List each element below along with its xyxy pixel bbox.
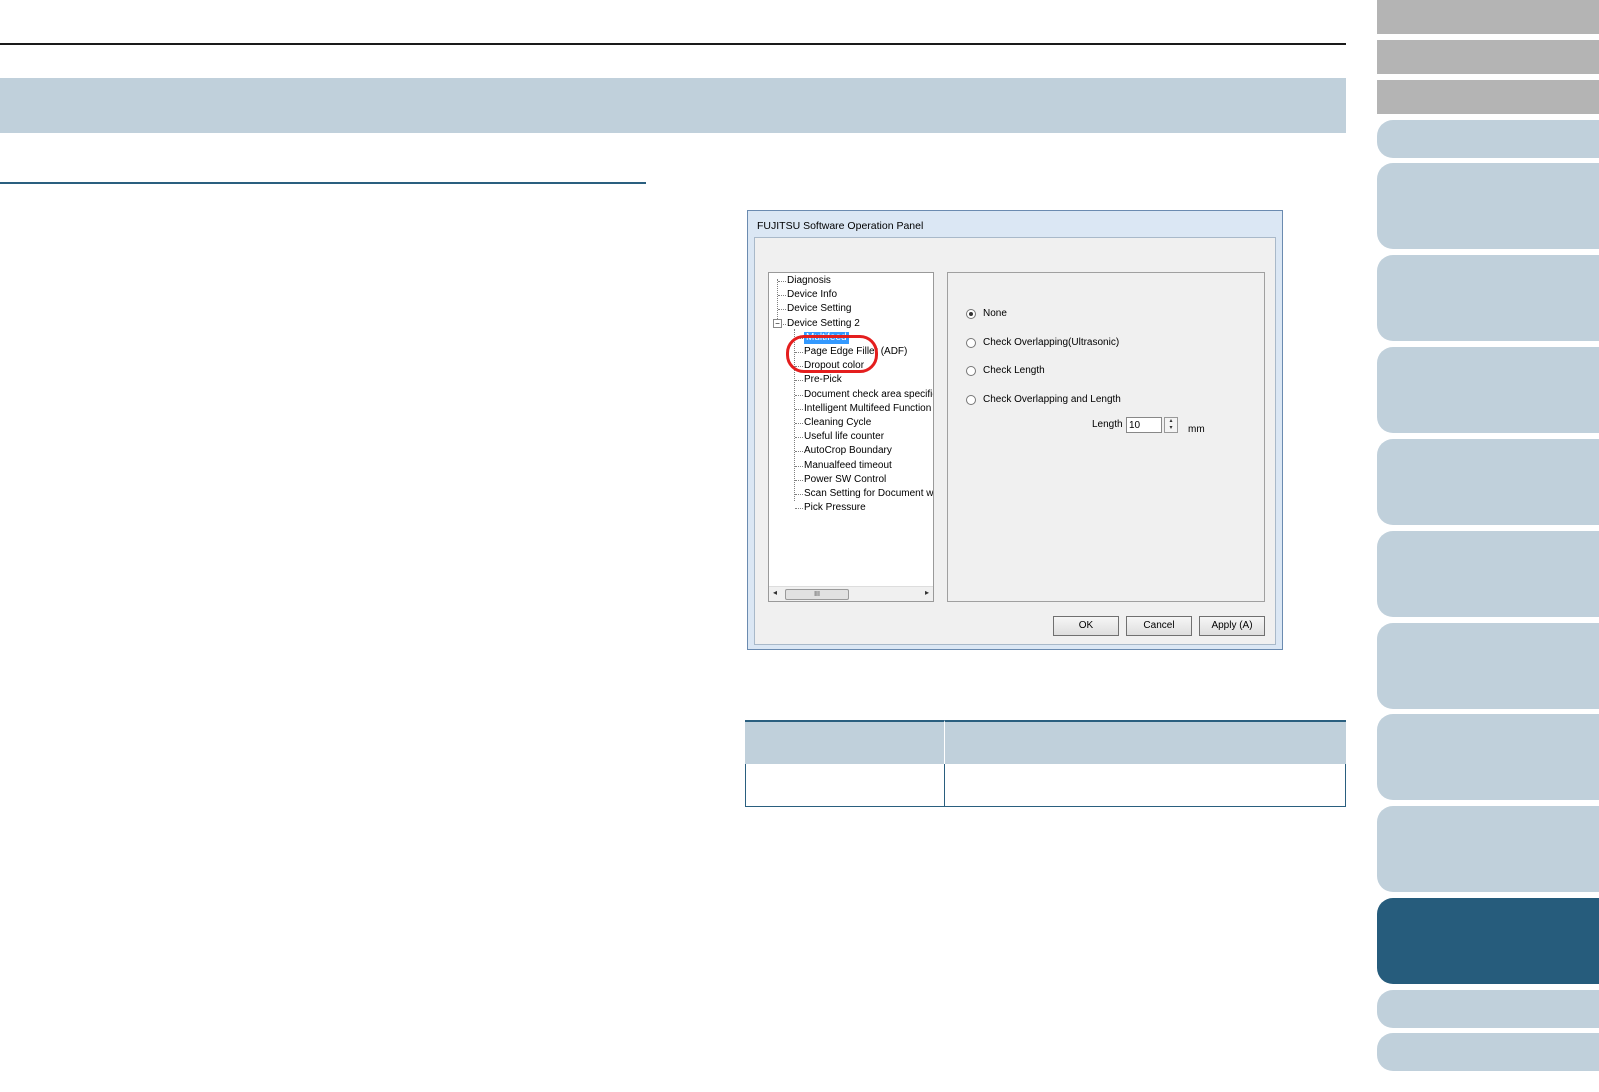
nav-tab-contents[interactable]	[1377, 40, 1599, 74]
tree-connector	[795, 394, 803, 396]
nav-tab-chapter-6[interactable]	[1377, 623, 1599, 709]
apply-button[interactable]: Apply (A)	[1199, 616, 1265, 636]
tree-child-line	[794, 329, 795, 501]
radio-label: Check Length	[983, 365, 1045, 376]
radio-label: None	[983, 308, 1007, 319]
radio-button-icon[interactable]	[966, 308, 976, 319]
radio-label: Check Overlapping and Length	[983, 394, 1121, 405]
tree-connector	[795, 494, 803, 495]
length-spinner[interactable]: ▴ ▾	[1164, 417, 1178, 433]
tree-item[interactable]: Intelligent Multifeed Function	[804, 403, 931, 415]
tree-item[interactable]: Useful life counter	[804, 431, 884, 443]
section-rule	[0, 182, 646, 184]
tree-connector	[795, 479, 803, 481]
tree-connector	[795, 508, 803, 510]
dialog-title: FUJITSU Software Operation Panel	[757, 220, 924, 232]
tree-connector	[778, 295, 786, 297]
radio-button-icon[interactable]	[966, 337, 976, 348]
nav-tab-chapter-8[interactable]	[1377, 806, 1599, 892]
settings-table	[745, 720, 1346, 807]
radio-check-overlapping[interactable]: Check Overlapping(Ultrasonic)	[966, 337, 1119, 348]
nav-tab-chapter-9-active[interactable]	[1377, 898, 1599, 984]
tree-item[interactable]: Power SW Control	[804, 474, 886, 486]
nav-tab-introduction[interactable]	[1377, 120, 1599, 158]
radio-button-icon[interactable]	[966, 365, 976, 376]
tree-item[interactable]: Cleaning Cycle	[804, 417, 871, 429]
tree-connector	[778, 281, 786, 282]
nav-tab-appendix[interactable]	[1377, 990, 1599, 1028]
scroll-right-icon[interactable]: ▸	[925, 588, 929, 597]
nav-tab-chapter-1[interactable]	[1377, 163, 1599, 249]
tree-item[interactable]: Dropout color	[804, 360, 864, 372]
tree-connector	[795, 408, 803, 410]
tree-connector	[795, 337, 803, 339]
radio-none[interactable]: None	[966, 308, 1007, 319]
tree-connector	[795, 451, 803, 453]
tree-item[interactable]: Pick Pressure	[804, 502, 866, 514]
table-header-cell	[745, 720, 944, 764]
settings-tree[interactable]: Diagnosis Device Info Device Setting Device…	[768, 272, 934, 602]
tree-item[interactable]: Pre-Pick	[804, 374, 842, 386]
tree-item[interactable]: Device Setting	[787, 303, 851, 315]
tree-connector	[795, 465, 803, 467]
nav-tab-chapter-4[interactable]	[1377, 439, 1599, 525]
table-header-cell	[944, 720, 1346, 764]
radio-check-overlapping-and-length[interactable]: Check Overlapping and Length	[966, 394, 1121, 405]
multifeed-options-panel: None Check Overlapping(Ultrasonic) Check…	[947, 272, 1265, 602]
spin-down-icon[interactable]: ▾	[1165, 425, 1177, 432]
length-unit: mm	[1188, 424, 1205, 435]
nav-tab-index[interactable]	[1377, 80, 1599, 114]
nav-tab-chapter-7[interactable]	[1377, 714, 1599, 800]
scroll-left-icon[interactable]: ◂	[773, 588, 777, 597]
tree-item[interactable]: Scan Setting for Document wit	[804, 488, 933, 500]
scroll-thumb[interactable]: III	[785, 589, 849, 600]
tree-item[interactable]: AutoCrop Boundary	[804, 445, 892, 457]
tree-item[interactable]: Multifeed	[804, 331, 849, 344]
spin-up-icon[interactable]: ▴	[1165, 418, 1177, 425]
tree-item[interactable]: Document check area specific	[804, 389, 933, 401]
tree-item[interactable]: Device Setting 2	[787, 318, 860, 330]
tree-item[interactable]: Device Info	[787, 289, 837, 301]
radio-label: Check Overlapping(Ultrasonic)	[983, 337, 1120, 348]
tree-item[interactable]: Manualfeed timeout	[804, 460, 892, 472]
tree-item[interactable]: Diagnosis	[787, 275, 831, 287]
table-cell	[745, 764, 944, 807]
radio-check-length[interactable]: Check Length	[966, 365, 1045, 376]
collapse-icon[interactable]: −	[773, 319, 782, 328]
length-input[interactable]	[1126, 417, 1162, 433]
dialog-client-area: Diagnosis Device Info Device Setting Device…	[754, 237, 1276, 645]
tree-item[interactable]: Page Edge Filler (ADF)	[804, 346, 907, 358]
tree-connector	[795, 352, 803, 353]
tree-connector	[795, 423, 803, 424]
nav-tab-glossary[interactable]	[1377, 1033, 1599, 1071]
tree-connector	[778, 309, 786, 311]
ok-button[interactable]: OK	[1053, 616, 1119, 636]
tree-connector	[795, 366, 803, 368]
tree-connector	[795, 437, 803, 439]
header-rule	[0, 43, 1346, 45]
radio-button-icon[interactable]	[966, 394, 976, 405]
tree-connector	[795, 380, 803, 382]
title-band	[0, 78, 1346, 133]
nav-tab-chapter-5[interactable]	[1377, 531, 1599, 617]
tree-horizontal-scrollbar[interactable]: ◂ III ▸	[769, 586, 933, 601]
operation-panel-dialog: FUJITSU Software Operation Panel Diagnos…	[747, 210, 1283, 650]
length-label: Length	[1092, 419, 1123, 430]
table-cell	[944, 764, 1346, 807]
cancel-button[interactable]: Cancel	[1126, 616, 1192, 636]
nav-tab-chapter-3[interactable]	[1377, 347, 1599, 433]
nav-tab-chapter-2[interactable]	[1377, 255, 1599, 341]
nav-tab-top[interactable]	[1377, 0, 1599, 34]
tree-root-line	[777, 279, 778, 323]
